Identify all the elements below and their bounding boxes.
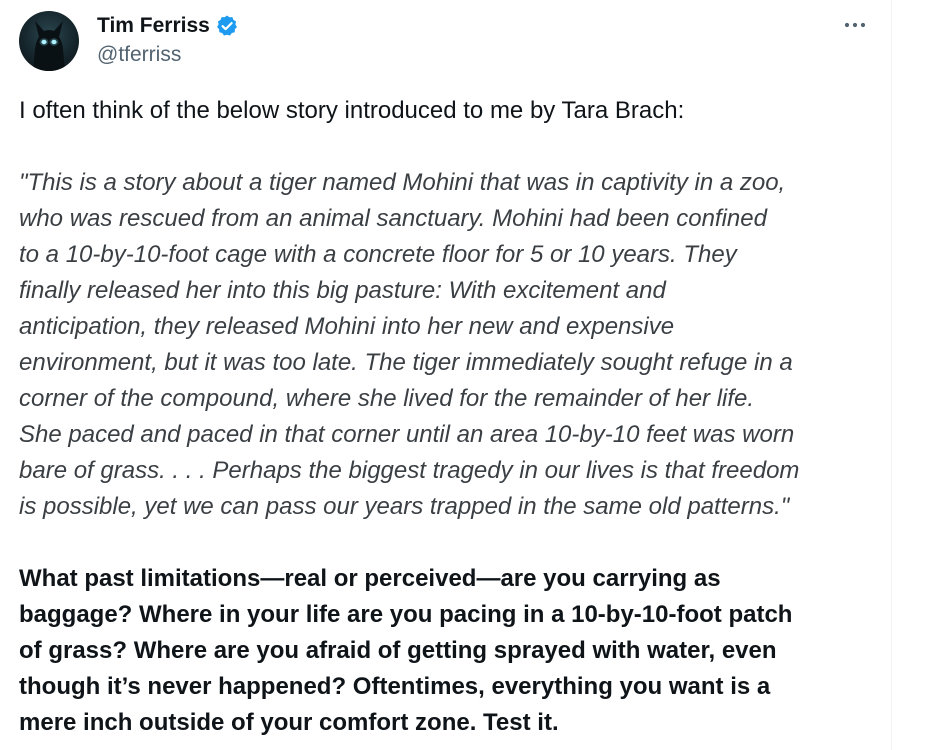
author-handle[interactable]: @tferriss xyxy=(97,43,239,67)
quote-line: is possible, yet we can pass our years t… xyxy=(19,493,790,520)
quote-line: environment, but it was too late. The ti… xyxy=(19,349,793,376)
more-options-button[interactable] xyxy=(838,10,872,40)
quote-line: anticipation, they released Mohini into … xyxy=(19,313,675,340)
question-line: baggage? Where in your life are you paci… xyxy=(19,601,793,628)
question-line: What past limitations—real or perceived—… xyxy=(19,565,721,592)
quote-line: She paced and paced in that corner until… xyxy=(19,421,795,448)
verified-badge-icon[interactable] xyxy=(215,14,239,38)
quote-line: who was rescued from an animal sanctuary… xyxy=(19,205,767,232)
tweet-quote: "This is a story about a tiger named Moh… xyxy=(19,165,879,525)
question-line: of grass? Where are you afraid of gettin… xyxy=(19,637,777,664)
wolf-avatar-icon xyxy=(33,21,65,71)
tweet-text: I often think of the below story introdu… xyxy=(19,93,879,741)
tweet-intro: I often think of the below story introdu… xyxy=(19,97,685,124)
tweet-card: Tim Ferriss @tferriss I often think of t… xyxy=(0,0,890,750)
tweet-question: What past limitations—real or perceived—… xyxy=(19,561,879,741)
quote-line: "This is a story about a tiger named Moh… xyxy=(19,169,786,196)
author-display-name[interactable]: Tim Ferriss xyxy=(97,14,210,38)
quote-line: corner of the compound, where she lived … xyxy=(19,385,755,412)
author-avatar[interactable] xyxy=(19,11,79,71)
quote-line: finally released her into this big pastu… xyxy=(19,277,666,304)
quote-line: to a 10-by-10-foot cage with a concrete … xyxy=(19,241,737,268)
more-horizontal-icon xyxy=(844,22,866,28)
author-block: Tim Ferriss @tferriss xyxy=(97,12,239,67)
timeline-divider xyxy=(891,0,892,750)
question-line: mere inch outside of your comfort zone. … xyxy=(19,709,559,736)
name-row: Tim Ferriss xyxy=(97,12,239,40)
quote-line: bare of grass. . . . Perhaps the biggest… xyxy=(19,457,800,484)
question-line: though it’s never happened? Oftentimes, … xyxy=(19,673,771,700)
